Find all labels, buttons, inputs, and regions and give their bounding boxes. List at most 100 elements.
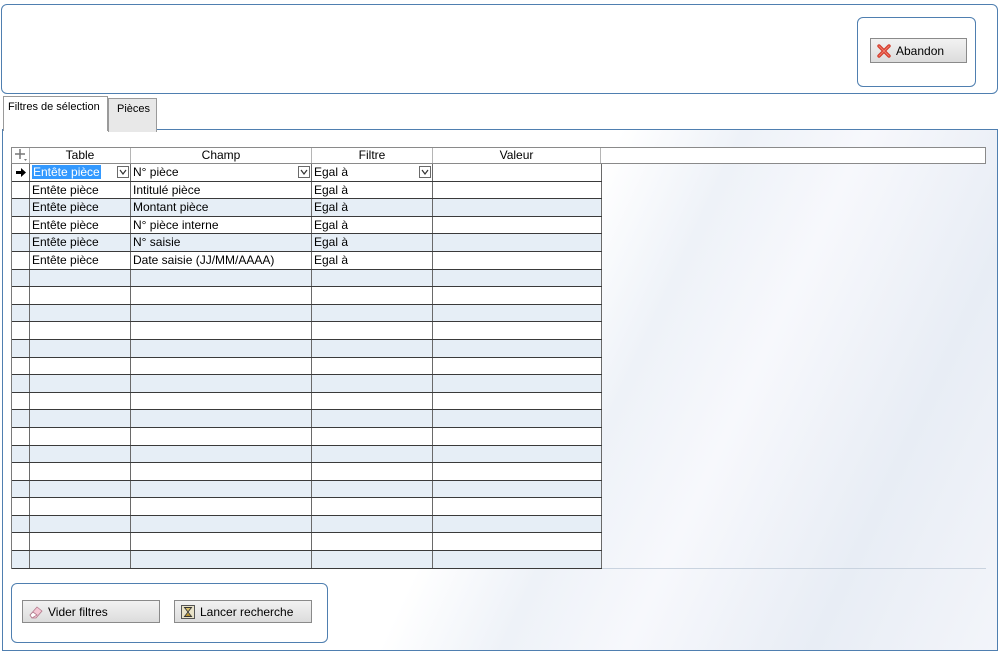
row-indicator[interactable] <box>12 251 30 269</box>
table-cell[interactable] <box>30 498 131 515</box>
valeur-cell[interactable] <box>433 392 602 410</box>
table-cell[interactable] <box>30 480 131 498</box>
row-indicator[interactable] <box>12 445 30 463</box>
filtre-cell[interactable] <box>312 427 433 445</box>
table-row[interactable] <box>12 375 602 393</box>
champ-cell[interactable]: Intitulé pièce <box>131 181 312 199</box>
filtre-cell[interactable] <box>312 463 433 480</box>
chevron-down-icon[interactable] <box>419 166 431 178</box>
champ-cell[interactable] <box>131 287 312 304</box>
abandon-button[interactable]: Abandon <box>870 38 967 63</box>
table-cell[interactable]: Entête pièce <box>30 216 131 234</box>
vider-filtres-button[interactable]: Vider filtres <box>22 600 160 623</box>
valeur-cell[interactable] <box>433 357 602 375</box>
filtre-cell[interactable]: Egal à <box>312 234 433 251</box>
table-cell[interactable]: Entête pièce <box>30 199 131 216</box>
valeur-cell[interactable] <box>433 498 602 515</box>
table-row[interactable]: Entête pièce N° pièce Egal à <box>12 164 602 182</box>
column-header-valeur[interactable]: Valeur <box>433 148 601 163</box>
column-header-table[interactable]: Table <box>30 148 131 163</box>
row-indicator[interactable] <box>12 375 30 392</box>
table-row[interactable] <box>12 515 602 534</box>
champ-cell[interactable] <box>131 392 312 410</box>
champ-cell[interactable] <box>131 322 312 339</box>
table-row[interactable] <box>12 445 602 464</box>
valeur-cell[interactable] <box>433 463 602 480</box>
table-row[interactable]: Entête pièce Montant pièce Egal à <box>12 199 602 217</box>
filtre-cell[interactable] <box>312 392 433 410</box>
table-row[interactable]: Entête pièce Date saisie (JJ/MM/AAAA) Eg… <box>12 251 602 270</box>
table-row[interactable] <box>12 392 602 411</box>
valeur-cell[interactable] <box>433 181 602 199</box>
valeur-cell[interactable] <box>433 533 602 551</box>
valeur-cell[interactable] <box>433 304 602 322</box>
table-row[interactable]: Entête pièce N° saisie Egal à <box>12 234 602 252</box>
row-indicator[interactable] <box>12 551 30 568</box>
table-row[interactable]: Entête pièce Intitulé pièce Egal à <box>12 181 602 200</box>
filtre-cell[interactable]: Egal à <box>312 216 433 234</box>
row-indicator[interactable] <box>12 533 30 551</box>
filtre-cell[interactable] <box>312 357 433 375</box>
filtre-cell[interactable] <box>312 304 433 322</box>
row-indicator[interactable] <box>12 234 30 251</box>
valeur-cell[interactable] <box>433 339 602 357</box>
valeur-cell[interactable] <box>433 287 602 304</box>
valeur-cell[interactable] <box>433 375 602 392</box>
filtre-cell[interactable]: Egal à <box>312 181 433 199</box>
champ-cell[interactable] <box>131 533 312 551</box>
champ-cell[interactable] <box>131 357 312 375</box>
champ-cell[interactable] <box>131 515 312 533</box>
filtre-cell[interactable] <box>312 445 433 463</box>
champ-select[interactable]: N° pièce <box>131 164 312 181</box>
valeur-cell[interactable] <box>433 551 602 568</box>
table-cell[interactable] <box>30 533 131 551</box>
row-indicator[interactable] <box>12 216 30 234</box>
filtre-cell[interactable] <box>312 533 433 551</box>
filtre-cell[interactable] <box>312 287 433 304</box>
row-indicator[interactable] <box>12 181 30 199</box>
row-indicator[interactable] <box>12 392 30 410</box>
table-row[interactable]: Entête pièce N° pièce interne Egal à <box>12 216 602 235</box>
table-cell[interactable] <box>30 392 131 410</box>
champ-cell[interactable] <box>131 339 312 357</box>
valeur-cell[interactable] <box>433 216 602 234</box>
row-indicator[interactable] <box>12 515 30 533</box>
champ-cell[interactable] <box>131 304 312 322</box>
table-row[interactable] <box>12 339 602 358</box>
row-indicator[interactable] <box>12 199 30 216</box>
chevron-down-icon[interactable] <box>117 166 129 178</box>
table-cell[interactable] <box>30 375 131 392</box>
filtre-cell[interactable]: Egal à <box>312 251 433 269</box>
champ-cell[interactable] <box>131 498 312 515</box>
champ-cell[interactable]: N° saisie <box>131 234 312 251</box>
filtre-cell[interactable] <box>312 551 433 568</box>
table-cell[interactable]: Entête pièce <box>30 251 131 269</box>
champ-cell[interactable] <box>131 463 312 480</box>
row-indicator[interactable] <box>12 269 30 287</box>
table-row[interactable] <box>12 322 602 340</box>
filtre-cell[interactable] <box>312 269 433 287</box>
table-cell[interactable] <box>30 445 131 463</box>
table-cell[interactable] <box>30 463 131 480</box>
table-cell[interactable] <box>30 551 131 568</box>
filtre-select[interactable]: Egal à <box>312 164 433 181</box>
add-row-icon[interactable] <box>12 148 30 163</box>
filtre-cell[interactable] <box>312 480 433 498</box>
table-row[interactable] <box>12 269 602 288</box>
table-cell[interactable] <box>30 427 131 445</box>
champ-cell[interactable]: Montant pièce <box>131 199 312 216</box>
champ-cell[interactable] <box>131 551 312 568</box>
table-cell[interactable] <box>30 304 131 322</box>
champ-cell[interactable] <box>131 410 312 427</box>
valeur-cell[interactable] <box>433 322 602 339</box>
table-cell[interactable] <box>30 339 131 357</box>
filtre-cell[interactable] <box>312 375 433 392</box>
tab-filtres-de-selection[interactable]: Filtres de sélection <box>3 96 108 131</box>
champ-cell[interactable] <box>131 375 312 392</box>
valeur-cell[interactable] <box>433 445 602 463</box>
row-indicator[interactable] <box>12 498 30 515</box>
table-row[interactable] <box>12 551 602 569</box>
table-row[interactable] <box>12 463 602 481</box>
champ-cell[interactable] <box>131 269 312 287</box>
table-cell[interactable] <box>30 357 131 375</box>
